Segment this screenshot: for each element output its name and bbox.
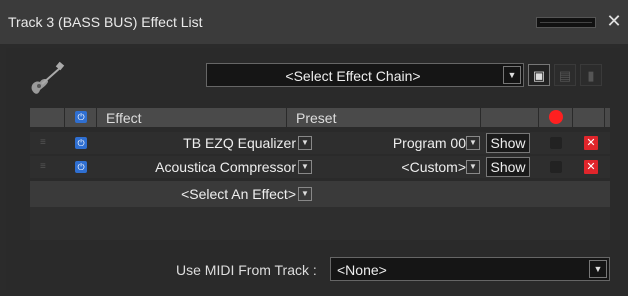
show-button[interactable]: Show [486, 133, 530, 153]
table-header: ⏻ Effect Preset [30, 108, 610, 127]
save-chain-button[interactable]: ▣ [528, 64, 550, 86]
preset-name: Program 00 [392, 135, 466, 151]
select-effect-label[interactable]: <Select An Effect> [181, 186, 296, 202]
power-icon[interactable]: ⏻ [75, 161, 87, 173]
chevron-down-icon[interactable]: ▼ [298, 136, 312, 150]
chevron-down-icon[interactable]: ▼ [298, 160, 312, 174]
close-button[interactable]: ✕ [604, 10, 624, 32]
floppy-icon: ▣ [532, 68, 546, 83]
header-preset: Preset [296, 110, 337, 126]
chevron-down-icon[interactable]: ▼ [503, 66, 521, 84]
empty-row [30, 207, 610, 240]
power-icon[interactable]: ⏻ [75, 111, 87, 123]
level-meter [536, 17, 596, 28]
column-divider [572, 108, 573, 127]
record-toggle[interactable] [550, 137, 562, 149]
effects-table: ⏻ Effect Preset ≡ ⏻ TB EZQ Equalizer ▼ P… [30, 108, 610, 240]
table-row: ≡ ⏻ Acoustica Compressor ▼ <Custom> ▼ Sh… [30, 156, 610, 178]
header-effect: Effect [106, 110, 142, 126]
power-icon[interactable]: ⏻ [75, 137, 87, 149]
chevron-down-icon[interactable]: ▼ [589, 260, 607, 278]
load-chain-button[interactable]: ▤ [554, 64, 576, 86]
window-title: Track 3 (BASS BUS) Effect List [8, 14, 203, 30]
column-divider [96, 108, 97, 127]
delete-effect-button[interactable]: ✕ [584, 136, 598, 150]
record-icon[interactable] [549, 110, 563, 124]
new-chain-button[interactable]: ▮ [580, 64, 602, 86]
column-divider [64, 108, 65, 127]
title-bar: Track 3 (BASS BUS) Effect List ✕ [0, 0, 628, 44]
effect-chain-select[interactable]: <Select Effect Chain> ▼ [206, 63, 524, 87]
effect-chain-label: <Select Effect Chain> [285, 68, 421, 84]
delete-effect-button[interactable]: ✕ [584, 160, 598, 174]
column-divider [538, 108, 539, 127]
column-divider [480, 108, 481, 127]
chevron-down-icon[interactable]: ▼ [466, 160, 480, 174]
table-row: ≡ ⏻ TB EZQ Equalizer ▼ Program 00 ▼ Show… [30, 132, 610, 154]
column-divider [604, 108, 605, 127]
drag-handle-icon[interactable]: ≡ [40, 138, 50, 148]
chevron-down-icon[interactable]: ▼ [466, 136, 480, 150]
effect-name: Acoustica Compressor [155, 159, 296, 175]
midi-track-label: Use MIDI From Track : [176, 262, 317, 278]
effect-name: TB EZQ Equalizer [183, 135, 296, 151]
preset-name: <Custom> [401, 159, 466, 175]
drag-handle-icon[interactable]: ≡ [40, 162, 50, 172]
column-divider [286, 108, 287, 127]
add-effect-row: <Select An Effect> ▼ [30, 181, 610, 207]
guitar-icon [31, 61, 65, 94]
show-button[interactable]: Show [486, 157, 530, 177]
midi-track-value: <None> [337, 262, 387, 278]
midi-track-select[interactable]: <None> ▼ [330, 257, 610, 281]
document-icon: ▮ [587, 68, 595, 83]
load-icon: ▤ [558, 68, 572, 83]
chevron-down-icon[interactable]: ▼ [298, 187, 312, 201]
record-toggle[interactable] [550, 161, 562, 173]
